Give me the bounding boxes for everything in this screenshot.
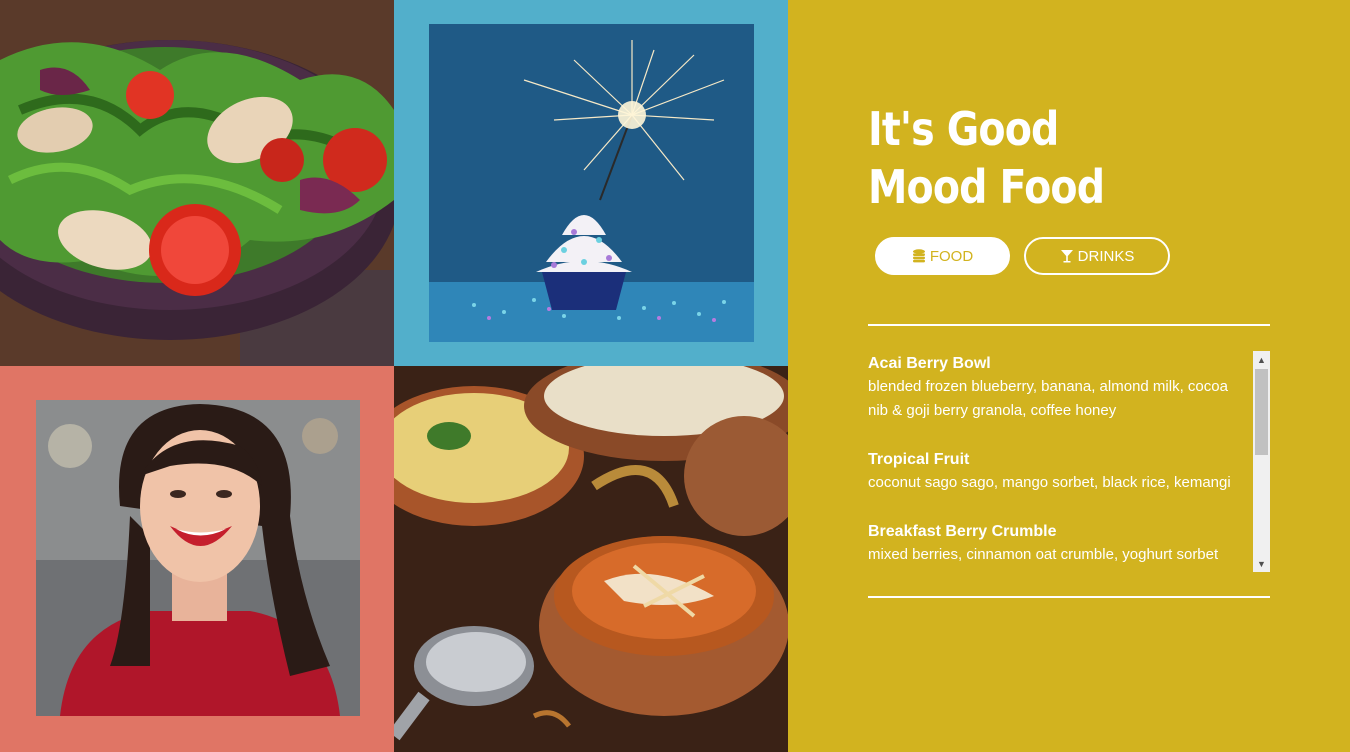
menu-tabs: FOOD DRINKS	[875, 237, 1170, 275]
menu-title: It's Good Mood Food	[868, 100, 1105, 216]
scroll-up-icon[interactable]: ▲	[1253, 351, 1270, 368]
tab-food[interactable]: FOOD	[875, 237, 1010, 275]
menu-list-container: Acai Berry Bowl blended frozen blueberry…	[868, 351, 1270, 572]
menu-item: Breakfast Berry Crumble mixed berries, c…	[868, 519, 1252, 567]
menu-item-name: Tropical Fruit	[868, 451, 970, 468]
coins-stack-icon	[912, 249, 925, 263]
menu-item-name: Acai Berry Bowl	[868, 355, 991, 372]
menu-item-description: coconut sago sago, mango sorbet, black r…	[868, 474, 1231, 491]
sparkler-cupcake-photo	[394, 0, 788, 366]
cupcake-tile	[394, 0, 788, 366]
menu-item-description: blended frozen blueberry, banana, almond…	[868, 378, 1228, 419]
tab-drinks[interactable]: DRINKS	[1024, 237, 1170, 275]
indian-curry-photo	[394, 366, 788, 752]
menu-item: Tropical Fruit coconut sago sago, mango …	[868, 447, 1252, 495]
menu-item-description: mixed berries, cinnamon oat crumble, yog…	[868, 546, 1219, 563]
cocktail-glass-icon	[1060, 250, 1073, 263]
tab-drinks-label: DRINKS	[1077, 247, 1135, 265]
salad-illustration	[0, 0, 394, 366]
menu-item-name: Breakfast Berry Crumble	[868, 523, 1057, 540]
divider-bottom	[868, 596, 1270, 598]
menu-panel: It's Good Mood Food FOOD DRINKS Acai Ber…	[788, 0, 1350, 752]
menu-scrollbar[interactable]: ▲ ▼	[1253, 351, 1270, 572]
menu-list[interactable]: Acai Berry Bowl blended frozen blueberry…	[868, 351, 1252, 572]
menu-title-line-2: Mood Food	[868, 160, 1105, 214]
divider-top	[868, 324, 1270, 326]
menu-title-line-1: It's Good	[868, 102, 1059, 156]
scroll-down-icon[interactable]: ▼	[1253, 555, 1270, 572]
portrait-tile	[0, 366, 394, 752]
smiling-woman-photo	[0, 366, 394, 752]
curry-tile	[394, 366, 788, 752]
tab-food-label: FOOD	[929, 247, 974, 265]
scrollbar-thumb[interactable]	[1255, 369, 1268, 455]
salad-photo	[0, 0, 394, 366]
menu-item: Acai Berry Bowl blended frozen blueberry…	[868, 351, 1252, 423]
